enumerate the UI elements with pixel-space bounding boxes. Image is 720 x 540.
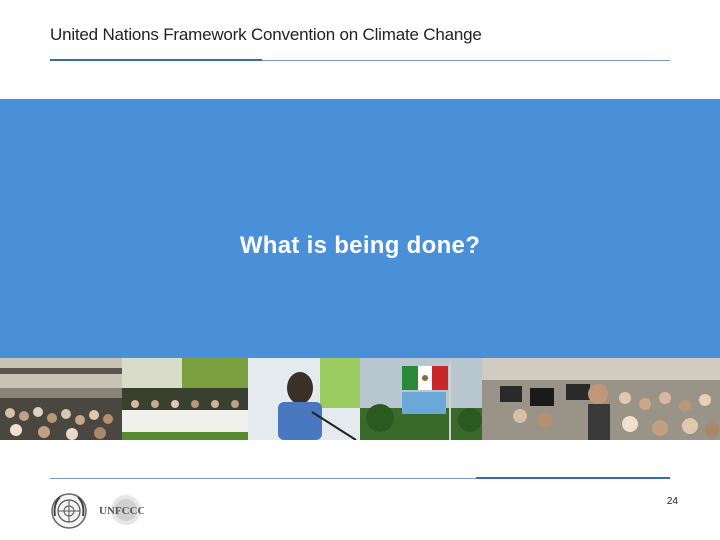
photo-collage [0, 358, 720, 440]
press-photographers-photo [482, 358, 720, 440]
conference-podium-photo [122, 358, 248, 440]
header-title: United Nations Framework Convention on C… [50, 25, 482, 44]
footer-divider-accent [476, 477, 670, 479]
unfccc-logo-icon: UNFCCC [98, 493, 145, 527]
page-number: 24 [666, 496, 678, 507]
speaker-photo [248, 358, 360, 440]
flags-photo [360, 358, 482, 440]
un-emblem-icon [50, 492, 88, 530]
header-divider-accent [50, 59, 262, 61]
slide-title: What is being done? [239, 232, 481, 259]
svg-text:UNFCCC: UNFCCC [99, 505, 144, 517]
conference-audience-photo [0, 358, 122, 440]
title-banner: What is being done? [0, 99, 720, 358]
